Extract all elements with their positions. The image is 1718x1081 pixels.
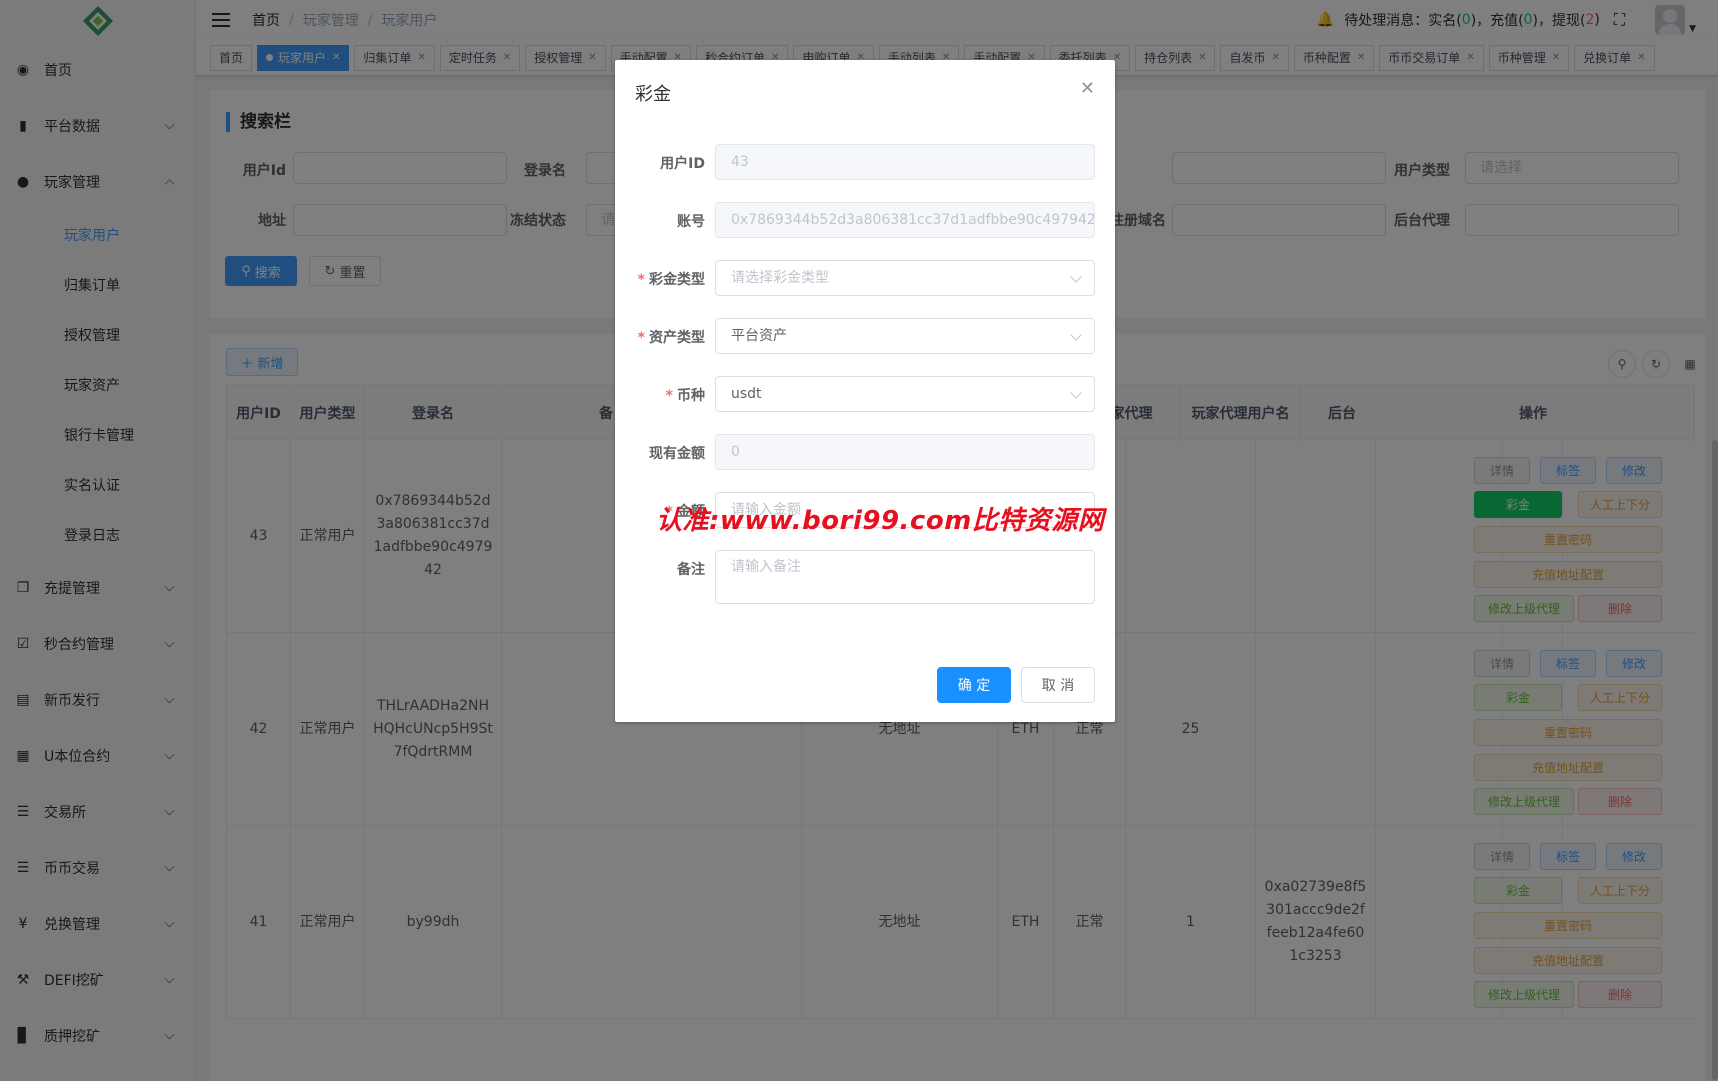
bonus-type-label: * 彩金类型 <box>637 272 705 288</box>
chevron-down-icon <box>1070 387 1082 399</box>
bonus-dialog: 彩金 ✕ 用户ID 43 账号 0x7869344b52d3a806381cc3… <box>615 60 1115 722</box>
chevron-down-icon <box>1070 271 1082 283</box>
watermark-text: 认准:www.bori99.com比特资源网 <box>656 506 1105 536</box>
remark-textarea[interactable]: 请输入备注 <box>715 550 1095 604</box>
coin-label: * 币种 <box>665 388 705 404</box>
coin-value: usdt <box>731 386 762 402</box>
chevron-down-icon <box>1070 329 1082 341</box>
asset-type-label: * 资产类型 <box>637 330 705 346</box>
asset-type-value: 平台资产 <box>731 328 787 344</box>
account-field: 0x7869344b52d3a806381cc37d1adfbbe90c4979… <box>715 202 1095 238</box>
balance-label: 现有金额 <box>649 446 705 462</box>
bonus-type-placeholder: 请选择彩金类型 <box>731 270 829 286</box>
cancel-button[interactable]: 取 消 <box>1021 667 1095 703</box>
account-label: 账号 <box>677 214 705 230</box>
dialog-title: 彩金 <box>635 84 671 105</box>
remark-label: 备注 <box>677 562 705 578</box>
close-icon[interactable]: ✕ <box>1080 78 1095 99</box>
bonus-type-select[interactable]: 请选择彩金类型 <box>715 260 1095 296</box>
userid-label: 用户ID <box>660 156 705 172</box>
asset-type-select[interactable]: 平台资产 <box>715 318 1095 354</box>
userid-field: 43 <box>715 144 1095 180</box>
balance-field: 0 <box>715 434 1095 470</box>
confirm-button[interactable]: 确 定 <box>937 667 1011 703</box>
coin-select[interactable]: usdt <box>715 376 1095 412</box>
